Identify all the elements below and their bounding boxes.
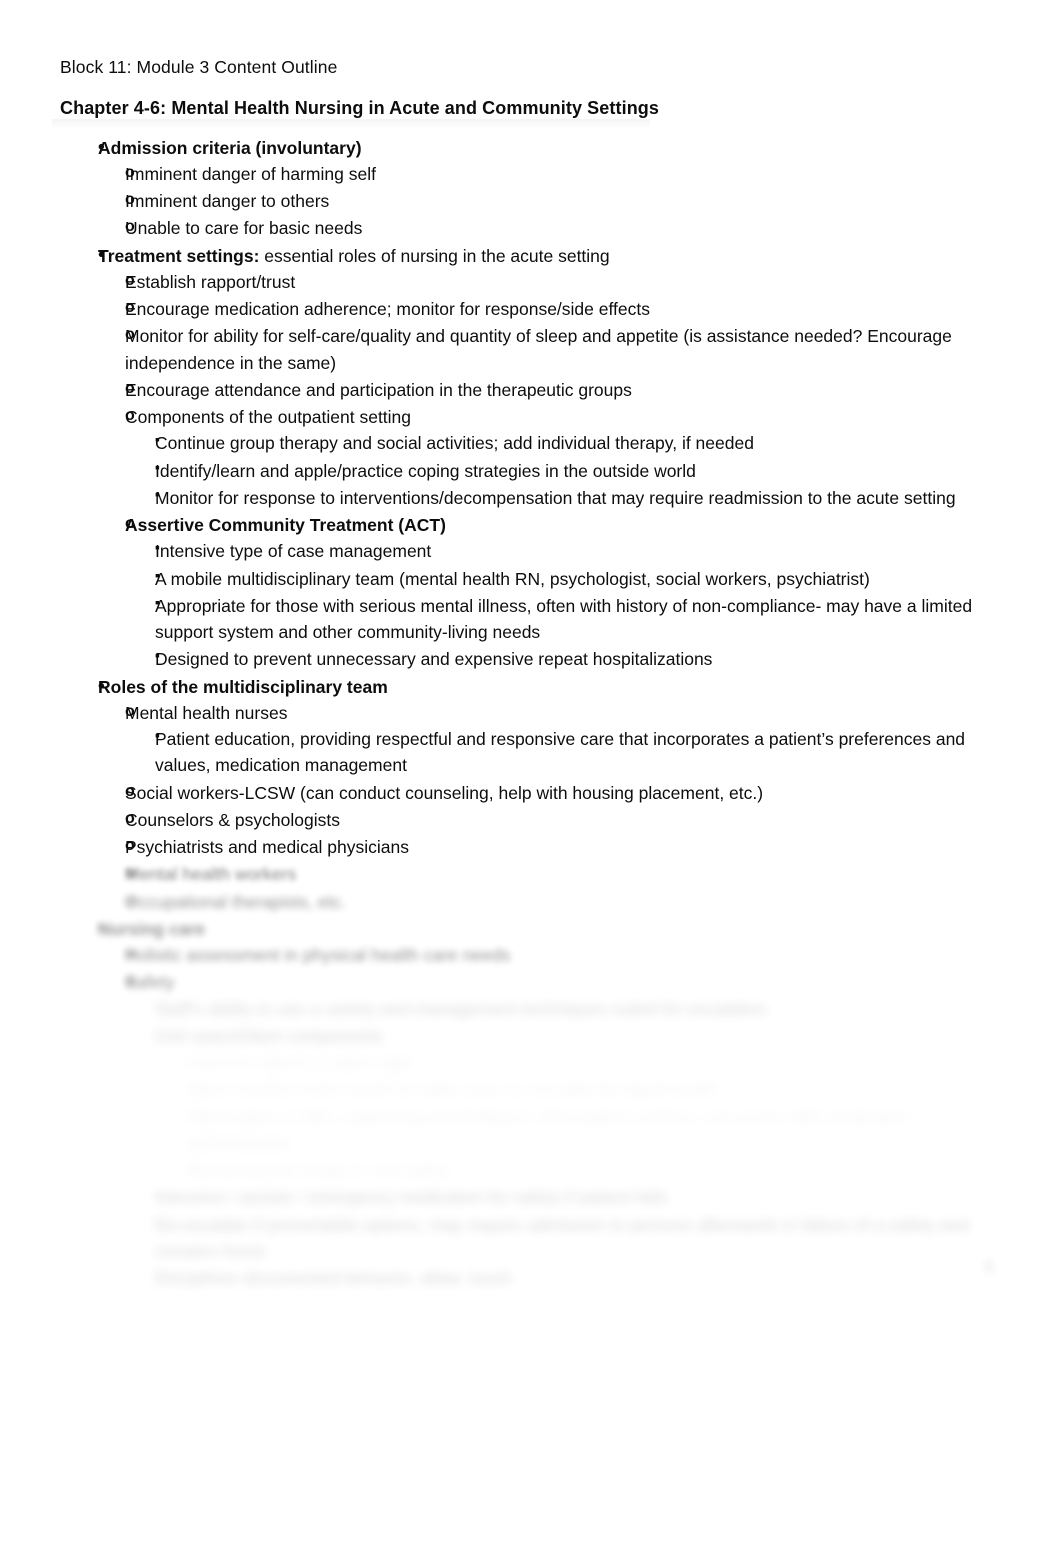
outpatient-components-heading: Components of the outpatient setting: [125, 404, 1010, 430]
nursing-care-sublist: Holistic assessment in physical health c…: [98, 942, 1010, 1291]
outpatient-components-sublist: Continue group therapy and social activi…: [125, 429, 1010, 511]
list-item: Intensive type of case management: [125, 537, 1010, 564]
list-item-label: Psychiatrists and medical physicians: [125, 834, 1010, 860]
list-item-label: Monitor for response to interventions/de…: [155, 484, 1010, 511]
list-item-label: Continue group therapy and social activi…: [155, 429, 1010, 456]
list-item-label: Open mouths of the mouth to make sure no…: [185, 1075, 1010, 1102]
list-item-label: Holistic assessment in physical health c…: [125, 942, 1010, 968]
list-item: Encourage attendance and participation i…: [98, 377, 1010, 403]
list-item-nursing-care-obscured: Nursing care Holistic assessment in phys…: [65, 915, 1010, 1292]
list-item: Social workers-LCSW (can conduct counsel…: [98, 780, 1010, 806]
list-item-label: Intensive type of case management: [155, 537, 1010, 564]
treatment-settings-heading-rest: essential roles of nursing in the acute …: [259, 245, 610, 266]
mental-health-nurses-sublist: Patient education, providing respectful …: [125, 725, 1010, 779]
list-item: Counselors & psychologists: [98, 807, 1010, 833]
list-item: Unable to care for basic needs: [98, 215, 1010, 241]
list-item-label: Counselors & psychologists: [125, 807, 1010, 833]
list-item-roles-multidisciplinary-team: Roles of the multidisciplinary team Ment…: [65, 673, 1010, 915]
list-item-obscured: Occupational therapists, etc.: [98, 889, 1010, 915]
list-item-label: Imminent danger to others: [125, 188, 1010, 214]
list-item: Monitor for response to interventions/de…: [125, 484, 1010, 511]
list-item: Patient education, providing respectful …: [125, 725, 1010, 779]
list-item: Monitor for ability for self-care/qualit…: [98, 323, 1010, 376]
list-item: Designed to prevent unnecessary and expe…: [125, 645, 1010, 672]
list-item-label: A mobile multidisciplinary team (mental …: [155, 565, 1010, 592]
document-content: Block 11: Module 3 Content Outline Chapt…: [52, 56, 1010, 1292]
list-item: Open mouths of the mouth to make sure no…: [155, 1075, 1010, 1102]
list-item-label: Observation is little, organizing and fi…: [185, 1103, 1010, 1157]
roles-heading: Roles of the multidisciplinary team: [98, 673, 1010, 702]
list-item: Staff's ability to use a variety and man…: [125, 995, 1010, 1022]
list-item: Unit search/Item components Used for obj…: [125, 1022, 1010, 1184]
list-item-label: Disciplines documented behavior, allow, …: [155, 1264, 1010, 1291]
list-item: Safety Staff's ability to use a variety …: [98, 969, 1010, 1291]
list-item-label: Staff's ability to use a variety and man…: [155, 995, 1010, 1022]
list-item: Imminent danger of harming self: [98, 161, 1010, 187]
list-item-label: Monitor for ability for self-care/qualit…: [125, 323, 1010, 376]
list-item: Psychiatrists and medical physicians: [98, 834, 1010, 860]
list-item-label: Used for objects in plain sight: [185, 1048, 1010, 1075]
list-item: Observation is little, organizing and fi…: [155, 1103, 1010, 1157]
list-item-admission-criteria: Admission criteria (involuntary) Imminen…: [65, 134, 1010, 242]
mental-health-nurses-heading: Mental health nurses: [125, 700, 1010, 726]
list-item-label: De-escalate if preventable options, may …: [155, 1211, 1010, 1265]
list-item-label: Encourage attendance and participation i…: [125, 377, 1010, 403]
list-item-label: Intensive / assists / emergency medicati…: [155, 1183, 1010, 1210]
list-item: Establish rapport/trust: [98, 269, 1010, 295]
list-item-label: Mental health workers: [125, 861, 1010, 887]
list-item: Used for objects in plain sight: [155, 1048, 1010, 1075]
document-title: Block 11: Module 3 Content Outline: [60, 57, 338, 77]
list-item-label: Occupational therapists, etc.: [125, 889, 1010, 915]
list-item-label: Patient education, providing respectful …: [155, 725, 1010, 779]
list-item-outpatient-components: Components of the outpatient setting Con…: [98, 404, 1010, 511]
list-item: Identify/learn and apple/practice coping…: [125, 457, 1010, 484]
page-number: 1: [985, 1258, 994, 1275]
chapter-heading: Chapter 4-6: Mental Health Nursing in Ac…: [52, 98, 1010, 129]
roles-sublist: Mental health nurses Patient education, …: [98, 700, 1010, 915]
list-item-mental-health-nurses: Mental health nurses Patient education, …: [98, 700, 1010, 779]
list-item-label: Identify/learn and apple/practice coping…: [155, 457, 1010, 484]
safety-sublist: Staff's ability to use a variety and man…: [125, 995, 1010, 1292]
list-item: Encourage medication adherence; monitor …: [98, 296, 1010, 322]
admission-criteria-sublist: Imminent danger of harming self Imminent…: [98, 161, 1010, 242]
list-item-label: Encourage medication adherence; monitor …: [125, 296, 1010, 322]
list-item-obscured: Mental health workers: [98, 861, 1010, 887]
list-item-label: Imminent danger of harming self: [125, 161, 1010, 187]
list-item-label: Designed to prevent unnecessary and expe…: [155, 645, 1010, 672]
treatment-settings-heading-bold: Treatment settings:: [98, 245, 260, 266]
unit-search-sublist: Used for objects in plain sight Open mou…: [155, 1048, 1010, 1183]
list-item: A mobile multidisciplinary team (mental …: [125, 565, 1010, 592]
list-item-treatment-settings: Treatment settings: essential roles of n…: [65, 242, 1010, 673]
list-item-label: Social workers-LCSW (can conduct counsel…: [125, 780, 1010, 806]
act-sublist: Intensive type of case management A mobi…: [125, 537, 1010, 672]
list-item-label: Unable to care for basic needs: [125, 215, 1010, 241]
list-item: Appropriate for those with serious menta…: [125, 592, 1010, 646]
admission-criteria-heading: Admission criteria (involuntary): [98, 134, 1010, 163]
list-item: Continue group therapy and social activi…: [125, 429, 1010, 456]
list-item-act: Assertive Community Treatment (ACT) Inte…: [98, 512, 1010, 673]
outline-root-list: Admission criteria (involuntary) Imminen…: [60, 134, 1010, 1292]
list-item-label: Establish rapport/trust: [125, 269, 1010, 295]
list-item: Intensive / assists / emergency medicati…: [125, 1183, 1010, 1210]
document-page: Block 11: Module 3 Content Outline Chapt…: [0, 0, 1062, 1556]
nursing-care-heading: Nursing care: [98, 915, 1010, 944]
list-item: Monitoring the things in self-safety: [155, 1156, 1010, 1183]
list-item-label: Unit search/Item components: [155, 1022, 1010, 1049]
list-item: Disciplines documented behavior, allow, …: [125, 1264, 1010, 1291]
list-item: Imminent danger to others: [98, 188, 1010, 214]
list-item-label: Monitoring the things in self-safety: [185, 1156, 1010, 1183]
list-item: De-escalate if preventable options, may …: [125, 1211, 1010, 1265]
treatment-settings-heading: Treatment settings: essential roles of n…: [98, 242, 1010, 271]
list-item-label: Appropriate for those with serious menta…: [155, 592, 1010, 646]
treatment-settings-sublist: Establish rapport/trust Encourage medica…: [98, 269, 1010, 673]
list-item: Holistic assessment in physical health c…: [98, 942, 1010, 968]
act-heading: Assertive Community Treatment (ACT): [125, 512, 1010, 538]
list-item-label: Safety: [125, 969, 1010, 995]
